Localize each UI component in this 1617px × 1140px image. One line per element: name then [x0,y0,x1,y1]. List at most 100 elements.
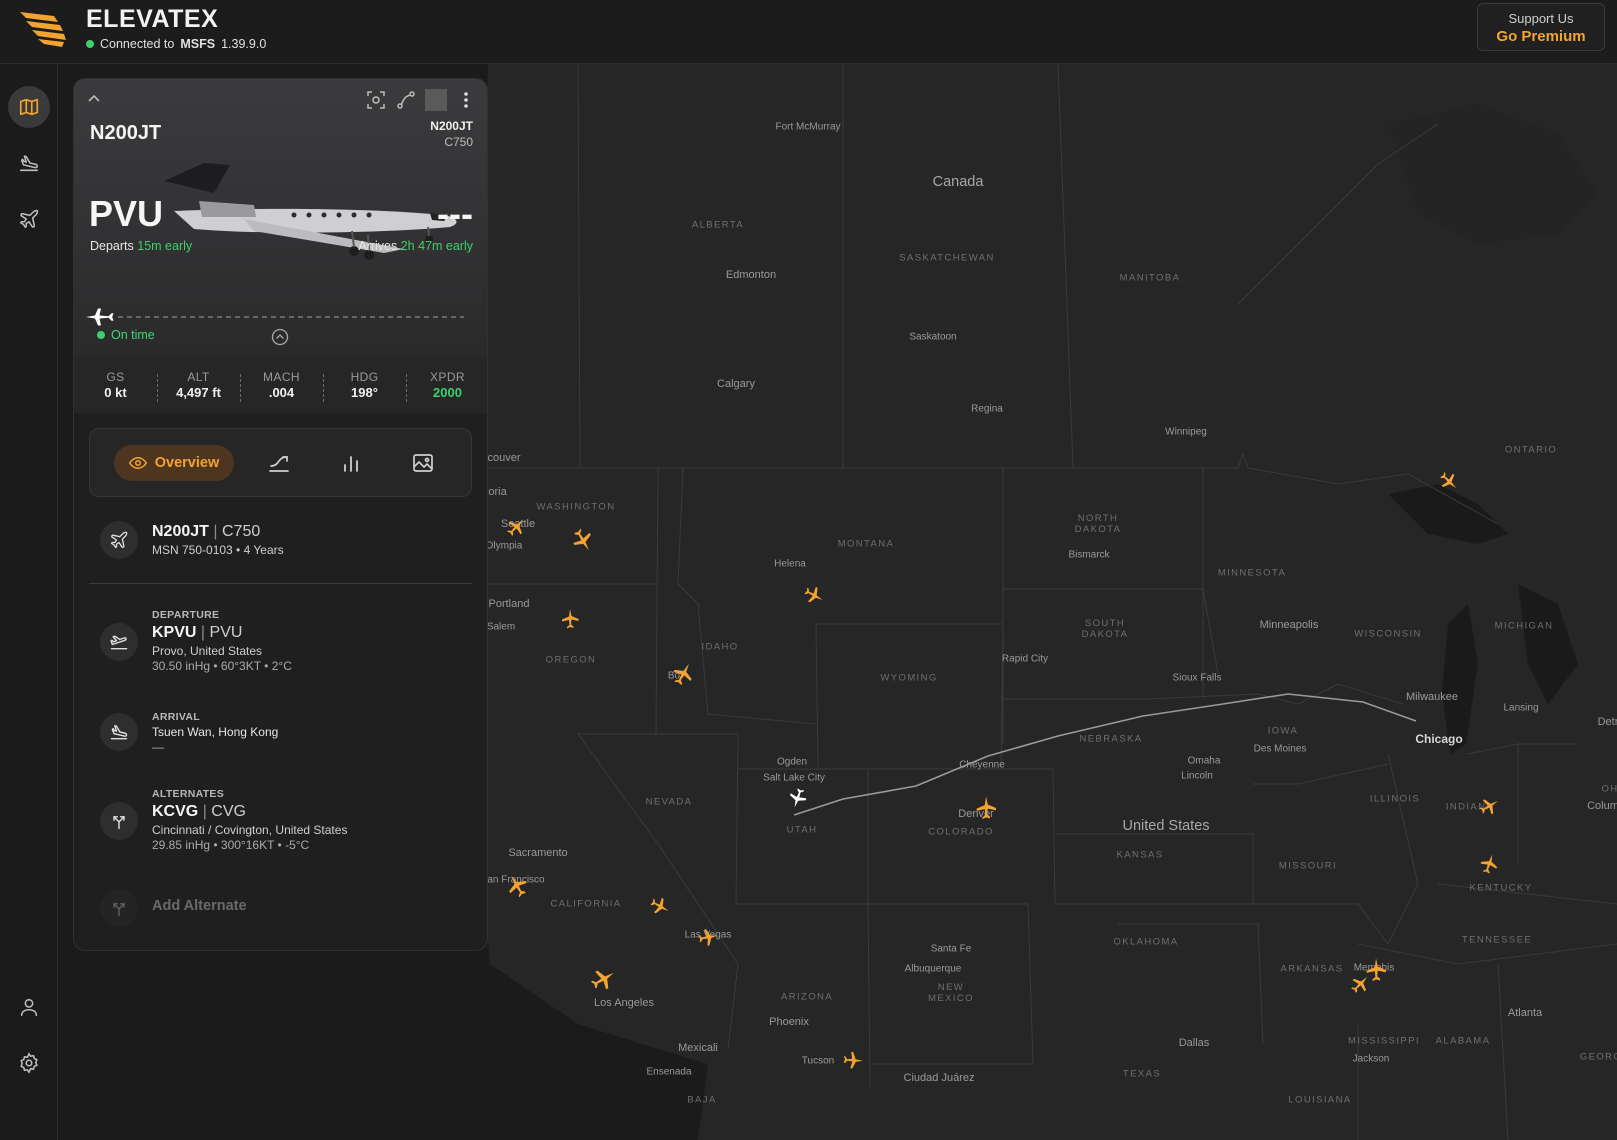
alternates-text: ALTERNATES KCVG | CVG Cincinnati / Covin… [152,788,347,852]
traffic-aircraft-icon[interactable] [1477,794,1501,818]
map-label-state: MANITOBA [1119,272,1181,284]
traffic-aircraft-icon[interactable] [1477,852,1501,876]
elevatex-logo [20,12,66,47]
traffic-aircraft-icon[interactable] [1437,469,1461,493]
map-label-city: Mexicali [678,1042,718,1054]
map-label-state: SOUTH DAKOTA [1081,618,1129,640]
map-label-city: Minneapolis [1259,619,1319,631]
sidebar-item-profile[interactable] [8,986,50,1028]
focus-icon[interactable] [365,89,387,111]
stat-gs: GS 0 kt [74,370,157,400]
traffic-aircraft-icon[interactable] [802,583,826,607]
stat-key: HDG [350,370,379,384]
stat-value: 0 kt [104,385,127,400]
traffic-aircraft-icon[interactable] [1348,972,1372,996]
map-label-city: Colum [1587,800,1617,812]
map-label-state: ARIZONA [780,991,834,1003]
map-label-city: Chicago [1415,732,1463,746]
arrives-label: Arrives [358,239,398,253]
premium-label: Go Premium [1496,28,1586,45]
map-label-city: Phoenix [769,1016,809,1028]
map-label-state: KENTUCKY [1469,882,1533,894]
map-label-city: Ciudad Juárez [903,1072,975,1084]
route-icon[interactable] [395,89,417,111]
departs-delta: 15m early [137,239,193,253]
support-label: Support Us [1508,11,1574,26]
toolbar-divider [425,89,447,111]
bar-chart-icon[interactable] [339,451,363,475]
more-options-icon[interactable] [455,89,477,111]
top-bar: ELEVATEX Connected to MSFS 1.39.9.0 Supp… [0,0,1617,64]
map-label-state: TENNESSEE [1461,934,1533,946]
map-label-state: NEVADA [645,796,693,808]
aircraft-registration-label: N200JT [152,523,209,540]
arrival-info[interactable]: ARRIVAL Tsuen Wan, Hong Kong — [90,711,473,761]
traffic-aircraft-icon[interactable] [569,526,597,554]
sim-name: MSFS [180,37,216,51]
alternates-info[interactable]: ALTERNATES KCVG | CVG Cincinnati / Covin… [90,788,473,860]
expand-circle-icon[interactable] [271,328,289,346]
image-icon[interactable] [411,451,435,475]
traffic-aircraft-icon[interactable] [648,894,672,918]
map-label-city: Santa Fe [930,943,972,955]
map-label-state: ILLINOIS [1369,793,1421,805]
stat-key: GS [106,370,125,384]
map-label-state: WYOMING [880,672,938,684]
map-label-city: Cheyenne [959,759,1005,771]
map-label-city: Regina [971,403,1003,415]
go-premium-button[interactable]: Support Us Go Premium [1477,3,1605,51]
map-label-city: couver [487,452,521,464]
aircraft-info[interactable]: N200JT | C750 MSN 750-0103 • 4 Years [90,519,473,569]
eye-icon [128,456,147,470]
sidebar-item-aircraft[interactable] [8,198,50,240]
connection-dot [86,40,94,48]
stat-value: 198° [351,385,378,400]
add-alternate-icon-circle [100,889,138,927]
traffic-aircraft-icon[interactable] [504,515,528,539]
plane-icon [110,531,128,549]
alternate-title: KCVG | CVG [152,803,246,820]
map-label-state: SASKATCHEWAN [899,252,995,264]
map-label-city: Salt Lake City [763,772,825,784]
own-aircraft-icon[interactable] [786,786,810,810]
map-label-state: MICHIGAN [1494,620,1554,632]
chevron-up-icon[interactable] [86,91,102,107]
flight-path-icon[interactable] [267,451,291,475]
map-label-state: KANSAS [1116,849,1164,861]
alternate-location: Cincinnati / Covington, United States [152,823,348,837]
map-label-city: Dallas [1178,1037,1210,1049]
alternate-weather: 29.85 inHg • 300°16KT • -5°C [152,838,310,852]
traffic-aircraft-icon[interactable] [503,872,531,900]
brand-name: ELEVATEX [86,5,219,33]
arrival-text: ARRIVAL Tsuen Wan, Hong Kong — [152,711,278,754]
traffic-aircraft-icon[interactable] [558,607,582,631]
departure-info[interactable]: DEPARTURE KPVU | PVU Provo, United State… [90,609,473,681]
aircraft-registration-small: N200JT [430,119,473,133]
traffic-aircraft-icon[interactable] [669,660,697,688]
traffic-aircraft-icon[interactable] [841,1048,865,1072]
map-label-city: Bismarck [1068,549,1110,561]
sidebar [0,64,58,1140]
tab-overview[interactable]: Overview [114,445,234,481]
map-label-city: Albuquerque [904,963,962,975]
fork-arrow-icon [113,816,125,830]
map-label-state: WASHINGTON [536,501,616,513]
map-label-city: Salem [486,621,516,633]
map-label-city: Atlanta [1507,1007,1543,1019]
map-label-city: Jackson [1352,1053,1390,1065]
departure-weather: 30.50 inHg • 60°3KT • 2°C [152,659,292,673]
traffic-aircraft-icon[interactable] [972,794,1000,822]
sidebar-item-map[interactable] [8,86,50,128]
traffic-aircraft-icon[interactable] [588,964,618,994]
sidebar-item-settings[interactable] [8,1042,50,1084]
map-label-state: MINNESOTA [1217,567,1287,579]
fork-arrow-icon [113,903,125,917]
add-alternate-label: Add Alternate [152,898,247,914]
alternate-icon-circle [100,802,138,840]
user-icon [20,998,38,1017]
add-alternate-button[interactable]: Add Alternate [90,887,473,927]
map-label-state: ALBERTA [691,219,745,231]
traffic-aircraft-icon[interactable] [696,925,720,949]
sidebar-item-flights[interactable] [8,142,50,184]
departure-iata: PVU [209,624,243,641]
